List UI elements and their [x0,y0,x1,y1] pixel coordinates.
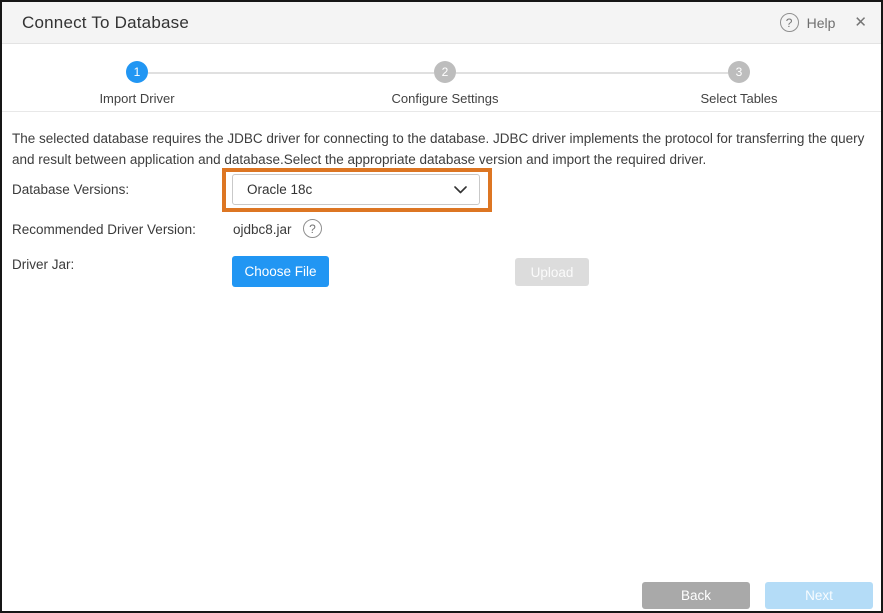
step-2-circle: 2 [434,61,456,83]
database-versions-selected-value: Oracle 18c [247,182,312,197]
step-3-label: Select Tables [700,91,777,106]
driver-jar-label: Driver Jar: [12,257,74,272]
help-question-icon: ? [780,13,799,32]
database-versions-select[interactable]: Oracle 18c [232,174,480,205]
driver-info-tooltip-trigger[interactable]: ? [303,219,322,238]
step-import-driver[interactable]: 1 Import Driver [57,61,217,106]
next-button[interactable]: Next [765,582,873,609]
dialog-header: Connect To Database ? Help ✕ [2,2,881,44]
recommended-driver-label: Recommended Driver Version: [12,222,196,237]
connect-to-database-dialog: Connect To Database ? Help ✕ 1 Import Dr… [0,0,883,613]
step-1-circle: 1 [126,61,148,83]
database-versions-label: Database Versions: [12,182,129,197]
step-configure-settings[interactable]: 2 Configure Settings [365,61,525,106]
help-button[interactable]: ? Help [780,13,836,32]
step-1-label: Import Driver [99,91,174,106]
dialog-title: Connect To Database [22,13,189,33]
step-3-circle: 3 [728,61,750,83]
choose-file-button[interactable]: Choose File [232,256,329,287]
close-icon[interactable]: ✕ [854,15,867,30]
chevron-down-icon [454,186,467,194]
back-button[interactable]: Back [642,582,750,609]
step-2-label: Configure Settings [392,91,499,106]
help-label: Help [807,15,836,31]
jdbc-description-text: The selected database requires the JDBC … [12,128,874,170]
question-circle-icon: ? [303,219,322,238]
upload-button[interactable]: Upload [515,258,589,286]
step-select-tables[interactable]: 3 Select Tables [659,61,819,106]
recommended-driver-value: ojdbc8.jar [233,222,292,237]
wizard-stepper: 1 Import Driver 2 Configure Settings 3 S… [2,45,881,112]
header-actions: ? Help ✕ [780,13,867,32]
